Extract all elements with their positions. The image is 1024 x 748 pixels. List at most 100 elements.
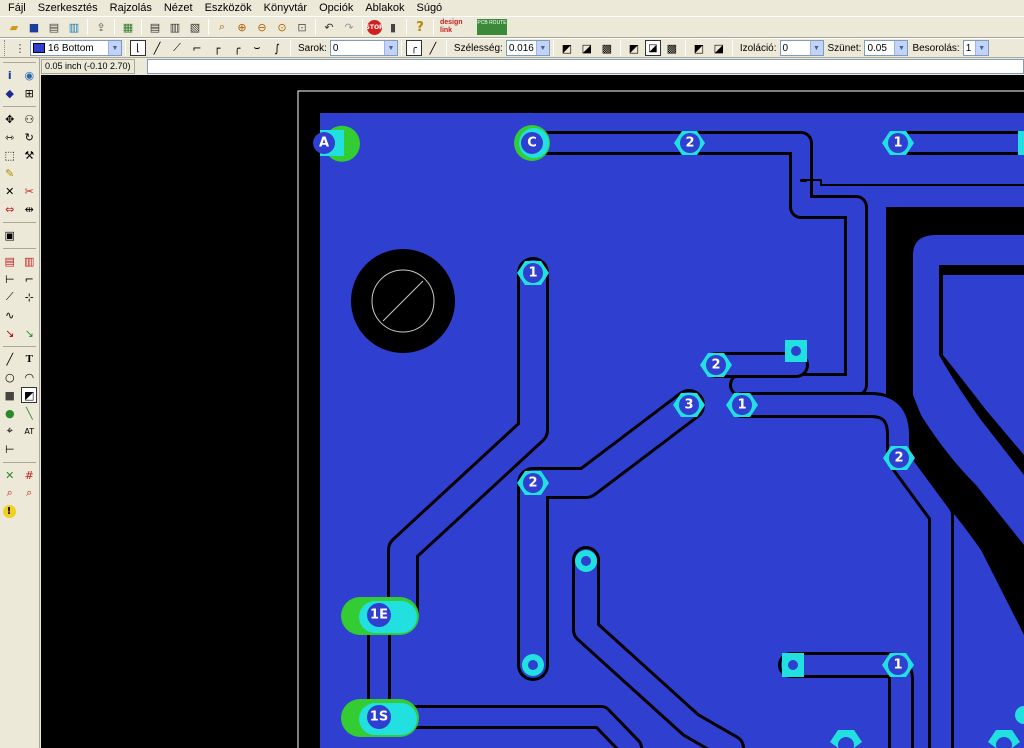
stop-icon[interactable]: STOP [366,19,383,35]
fill-style-4-icon[interactable]: ◩ [625,39,643,57]
zoom-in-icon[interactable]: ⊕ [233,18,251,36]
circle-icon[interactable]: ○ [2,369,18,385]
trace-icon[interactable]: ⊢ [2,271,18,287]
wave-icon[interactable]: ∿ [2,307,18,323]
line-icon[interactable]: ╱ [2,351,18,367]
track-style-bend-icon[interactable]: ⌐ [188,39,206,57]
cut-icon[interactable]: ✂ [21,183,37,199]
command-input[interactable] [147,59,1024,74]
pcb-drawing[interactable]: A C 2 1 1 2 3 1 2 2 1E 1S 1 [41,75,1024,748]
diag-trace-icon[interactable]: ⟋ [2,289,18,305]
chevron-down-icon[interactable]: ▼ [535,41,549,55]
wrench-icon[interactable]: ⚒ [21,147,37,163]
zoom-icon[interactable]: ⌕ [213,18,231,36]
corner-round-icon[interactable]: ╭ [405,40,422,56]
text-icon[interactable]: T [21,351,37,367]
export-icon[interactable]: ⇪ [92,18,110,36]
layers-icon[interactable]: ◆ [2,85,18,101]
autoroute-icon[interactable]: ↘ [21,325,37,341]
gap-select[interactable]: 0.05 ▼ [864,40,909,56]
zoom-fit-icon[interactable]: ⊙ [273,18,291,36]
fill-style-2-icon[interactable]: ◪ [578,39,596,57]
menu-tools[interactable]: Eszközök [199,0,258,16]
pad-icon[interactable]: ● [2,405,18,421]
chevron-down-icon[interactable]: ▼ [108,41,121,55]
netlist-icon[interactable]: ▤ [146,18,164,36]
bottom-layer-icon[interactable]: ▥ [21,253,37,269]
fill-style-8-icon[interactable]: ◪ [710,39,728,57]
warning-icon[interactable]: ! [2,504,16,518]
track-style-corner-icon[interactable]: ⌊ [130,40,146,56]
split-icon[interactable]: ⇔ [2,201,18,217]
grid-icon[interactable]: ⋮ [11,39,29,57]
menu-options[interactable]: Opciók [313,0,359,16]
designlink-logo[interactable]: design link [440,19,474,35]
pad-edge-shape[interactable] [1018,131,1024,155]
rotate-icon[interactable]: ↻ [21,129,37,145]
menu-windows[interactable]: Ablakok [359,0,410,16]
fill-style-3-icon[interactable]: ▩ [598,39,616,57]
menu-draw[interactable]: Rajzolás [104,0,158,16]
delete-icon[interactable]: ✕ [2,183,18,199]
chevron-down-icon[interactable]: ▼ [974,41,988,55]
width-select[interactable]: 0.016 ▼ [505,40,550,56]
track-style-45-icon[interactable]: ╱ [148,39,166,57]
chevron-down-icon[interactable]: ▼ [809,41,823,55]
zoom-tool-icon[interactable]: ⌕ [2,485,18,501]
mirror-icon[interactable]: ⇿ [2,129,18,145]
menu-library[interactable]: Könyvtár [258,0,313,16]
gerber-icon[interactable]: ▧ [186,18,204,36]
menu-edit[interactable]: Szerkesztés [32,0,104,16]
corner-sharp-icon[interactable]: ╱ [424,39,442,57]
move-group-icon[interactable]: ⚇ [21,111,37,127]
ratsnest-icon[interactable]: ✕ [2,467,18,483]
toolbar-grip[interactable] [4,40,7,56]
undo-icon[interactable]: ↶ [320,18,338,36]
measure-icon[interactable]: ⊞ [21,85,37,101]
add-node-icon[interactable]: ⊹ [21,289,37,305]
label-icon[interactable]: AT [21,423,37,439]
open-icon[interactable]: ▰ [5,18,23,36]
corner-trace-icon[interactable]: ⌐ [21,271,37,287]
polygon-icon[interactable]: ◩ [21,387,38,403]
fill-style-1-icon[interactable]: ◩ [558,39,576,57]
fill-style-6-icon[interactable]: ▩ [663,39,681,57]
fill-style-7-icon[interactable]: ◩ [690,39,708,57]
menu-view[interactable]: Nézet [158,0,199,16]
save-icon[interactable]: ■ [25,18,43,36]
top-layer-icon[interactable]: ▤ [2,253,18,269]
chevron-down-icon[interactable]: ▼ [894,41,908,55]
library-icon[interactable]: ▦ [119,18,137,36]
zoom-out-icon[interactable]: ⊖ [253,18,271,36]
menu-file[interactable]: Fájl [2,0,32,16]
order-select[interactable]: 1 ▼ [962,40,989,56]
pcbroute-logo[interactable]: PCB ROUTE [477,19,507,35]
bom-icon[interactable]: ▥ [166,18,184,36]
track-style-s-icon[interactable]: ∫ [268,39,286,57]
zoom-window-icon[interactable]: ⊡ [293,18,311,36]
rectangle-icon[interactable]: ■ [2,387,18,403]
grid-net-icon[interactable]: # [21,467,37,483]
move-icon[interactable]: ✥ [2,111,18,127]
crosshair-icon[interactable]: ⌖ [2,423,18,439]
isolation-select[interactable]: 0 ▼ [779,40,824,56]
arc-icon[interactable]: ◠ [21,369,37,385]
pen-icon[interactable]: ✎ [2,165,18,181]
connection-icon[interactable]: ╲ [21,405,37,421]
track-style-right-icon[interactable]: ┌ [208,39,226,57]
print-preview-icon[interactable]: ▥ [65,18,83,36]
print-icon[interactable]: ▤ [45,18,63,36]
layer-select[interactable]: 16 Bottom ▼ [30,40,122,56]
pcb-canvas[interactable]: A C 2 1 1 2 3 1 2 2 1E 1S 1 [41,75,1024,748]
track-style-diag-icon[interactable]: ⟋ [168,39,186,57]
chevron-down-icon[interactable]: ▼ [383,41,397,55]
lock-icon[interactable]: ▣ [2,227,18,243]
select-rect-icon[interactable]: ⬚ [2,147,18,163]
menu-help[interactable]: Súgó [410,0,448,16]
info-icon[interactable]: i [2,67,18,83]
battery-icon[interactable]: ▮ [384,18,402,36]
eye-icon[interactable]: ◉ [21,67,37,83]
dimension-icon[interactable]: ⊢ [2,441,18,457]
help-button[interactable]: ? [411,18,429,36]
fill-style-5-icon[interactable]: ◪ [644,40,661,56]
